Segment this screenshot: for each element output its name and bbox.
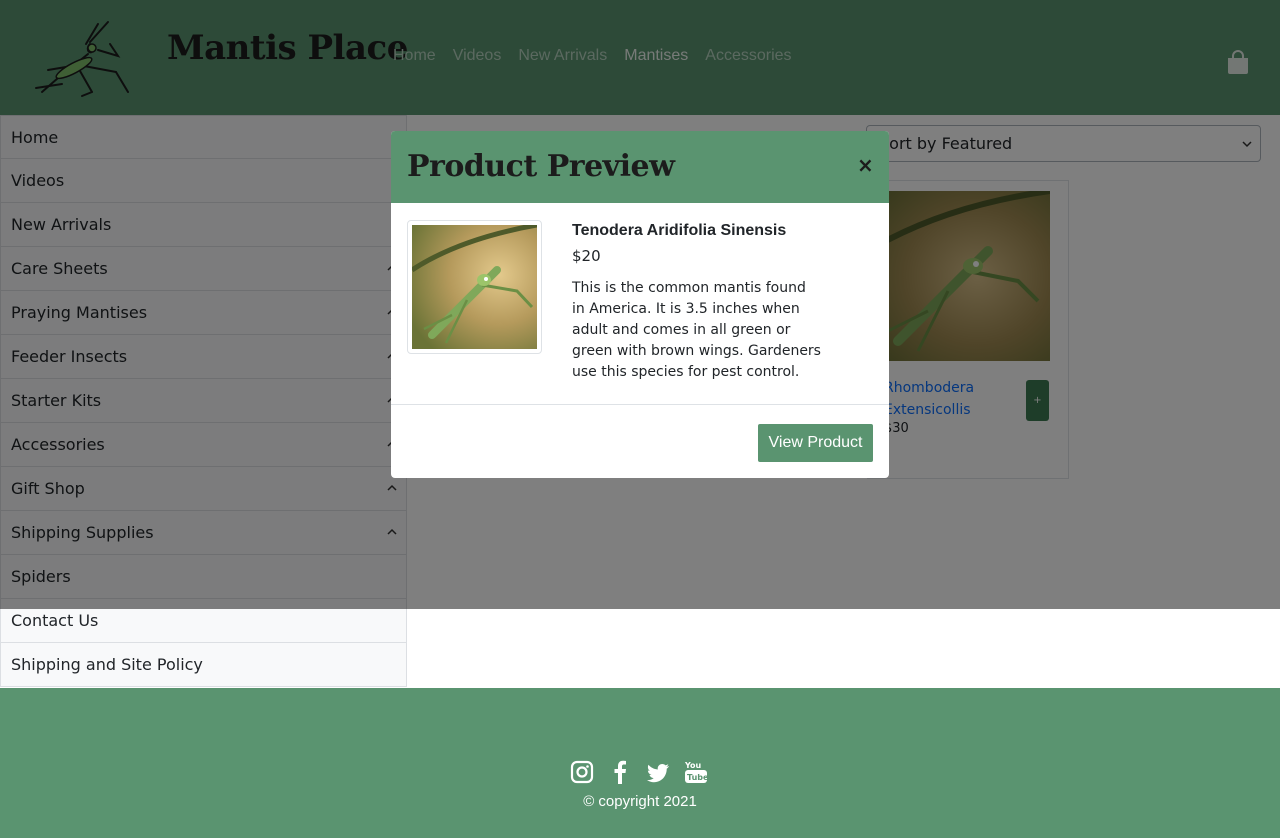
modal-body: Tenodera Aridifolia Sinensis $20 This is… bbox=[391, 203, 889, 405]
close-icon[interactable]: × bbox=[857, 153, 874, 177]
mantis-photo-image bbox=[412, 225, 537, 349]
facebook-icon[interactable] bbox=[608, 759, 632, 785]
view-product-button[interactable]: View Product bbox=[758, 424, 873, 462]
product-name: Tenodera Aridifolia Sinensis bbox=[572, 222, 787, 239]
copyright-text: © copyright 2021 bbox=[583, 793, 697, 810]
youtube-icon[interactable]: You Tube bbox=[684, 759, 709, 785]
twitter-icon[interactable] bbox=[646, 759, 670, 785]
modal-header: Product Preview × bbox=[391, 131, 889, 203]
product-price: $20 bbox=[572, 247, 601, 265]
product-thumbnail bbox=[407, 220, 542, 354]
sidebar-item-label: Contact Us bbox=[11, 611, 99, 630]
site-footer: You Tube © copyright 2021 bbox=[0, 688, 1280, 838]
product-description: This is the common mantis found in Ameri… bbox=[572, 280, 821, 380]
modal-title: Product Preview bbox=[407, 149, 675, 184]
svg-text:Tube: Tube bbox=[687, 773, 708, 782]
social-links: You Tube bbox=[570, 759, 709, 785]
sidebar-item-shipping-policy[interactable]: Shipping and Site Policy bbox=[0, 643, 407, 687]
instagram-icon[interactable] bbox=[570, 759, 594, 785]
svg-text:You: You bbox=[684, 761, 702, 770]
product-preview-modal: Product Preview × Tenodera Aridifolia Si… bbox=[391, 131, 889, 478]
sidebar-item-label: Shipping and Site Policy bbox=[11, 655, 203, 674]
